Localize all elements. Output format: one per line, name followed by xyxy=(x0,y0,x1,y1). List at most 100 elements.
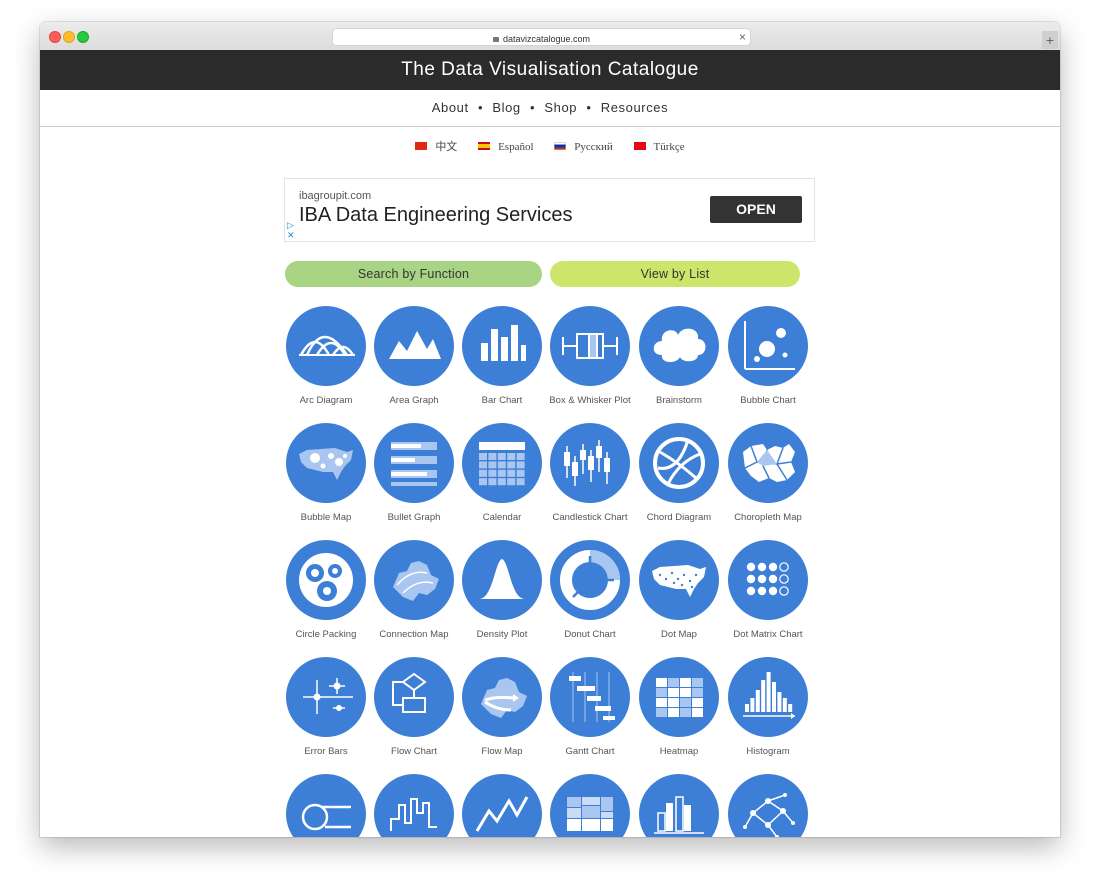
lang-chinese[interactable]: 中文 xyxy=(415,138,457,154)
search-by-function-button[interactable]: Search by Function xyxy=(285,261,542,287)
brainstorm-icon[interactable] xyxy=(639,306,719,386)
network-diagram-icon[interactable] xyxy=(728,774,808,837)
catalogue-item-label[interactable]: Bullet Graph xyxy=(370,512,458,523)
nav-about[interactable]: About xyxy=(432,100,469,115)
nav-blog[interactable]: Blog xyxy=(492,100,520,115)
catalogue-item-dot-map[interactable]: Dot Map xyxy=(635,540,723,640)
catalogue-item-chord-diagram[interactable]: Chord Diagram xyxy=(635,423,723,523)
chord-diagram-icon[interactable] xyxy=(639,423,719,503)
candlestick-chart-icon[interactable] xyxy=(550,423,630,503)
density-plot-icon[interactable] xyxy=(462,540,542,620)
catalogue-item-label[interactable]: Flow Chart xyxy=(370,746,458,757)
histogram-icon[interactable] xyxy=(728,657,808,737)
lang-spanish[interactable]: Español xyxy=(478,141,534,153)
catalogue-item-bubble-chart[interactable]: Bubble Chart xyxy=(724,306,812,406)
arc-diagram-icon[interactable] xyxy=(286,306,366,386)
clear-address-icon[interactable]: × xyxy=(739,29,746,45)
catalogue-item-label[interactable]: Bubble Map xyxy=(282,512,370,523)
flow-map-icon[interactable] xyxy=(462,657,542,737)
new-tab-button[interactable]: + xyxy=(1042,31,1058,49)
catalogue-item-label[interactable]: Bar Chart xyxy=(458,395,546,406)
ad-banner[interactable]: ibagroupit.com IBA Data Engineering Serv… xyxy=(284,178,815,242)
ad-close-icon[interactable]: ✕ xyxy=(287,230,295,241)
catalogue-item-brainstorm[interactable]: Brainstorm xyxy=(635,306,723,406)
catalogue-item-dot-matrix-chart[interactable]: Dot Matrix Chart xyxy=(724,540,812,640)
catalogue-item-label[interactable]: Box & Whisker Plot xyxy=(546,395,634,406)
catalogue-item-label[interactable]: Flow Map xyxy=(458,746,546,757)
catalogue-item-label[interactable]: Error Bars xyxy=(282,746,370,757)
catalogue-item-label[interactable]: Chord Diagram xyxy=(635,512,723,523)
catalogue-item-flow-chart[interactable]: Flow Chart xyxy=(370,657,458,757)
catalogue-item-arc-diagram[interactable]: Arc Diagram xyxy=(282,306,370,406)
catalogue-item-label[interactable]: Bubble Chart xyxy=(724,395,812,406)
dot-map-icon[interactable] xyxy=(639,540,719,620)
circle-packing-icon[interactable] xyxy=(286,540,366,620)
catalogue-item-label[interactable]: Candlestick Chart xyxy=(546,512,634,523)
bubble-map-icon[interactable] xyxy=(286,423,366,503)
bubble-chart-icon[interactable] xyxy=(728,306,808,386)
flow-chart-icon[interactable] xyxy=(374,657,454,737)
catalogue-item-label[interactable]: Gantt Chart xyxy=(546,746,634,757)
catalogue-item-label[interactable]: Circle Packing xyxy=(282,629,370,640)
marimekko-chart-icon[interactable] xyxy=(550,774,630,837)
catalogue-item-error-bars[interactable]: Error Bars xyxy=(282,657,370,757)
catalogue-item-line-graph[interactable] xyxy=(458,774,546,837)
catalogue-item-kagi-chart[interactable] xyxy=(370,774,458,837)
catalogue-item-label[interactable]: Arc Diagram xyxy=(282,395,370,406)
catalogue-item-histogram[interactable]: Histogram xyxy=(724,657,812,757)
gantt-chart-icon[interactable] xyxy=(550,657,630,737)
zoom-window-button[interactable] xyxy=(77,31,89,43)
site-title[interactable]: The Data Visualisation Catalogue xyxy=(401,59,699,80)
choropleth-map-icon[interactable] xyxy=(728,423,808,503)
catalogue-item-label[interactable]: Calendar xyxy=(458,512,546,523)
catalogue-item-label[interactable]: Dot Matrix Chart xyxy=(724,629,812,640)
catalogue-item-choropleth-map[interactable]: Choropleth Map xyxy=(724,423,812,523)
catalogue-item-label[interactable]: Choropleth Map xyxy=(724,512,812,523)
multi-set-bar-chart-icon[interactable] xyxy=(639,774,719,837)
minimize-window-button[interactable] xyxy=(63,31,75,43)
catalogue-item-label[interactable]: Histogram xyxy=(724,746,812,757)
nav-resources[interactable]: Resources xyxy=(601,100,669,115)
kagi-chart-icon[interactable] xyxy=(374,774,454,837)
catalogue-item-illustration-diagram[interactable] xyxy=(282,774,370,837)
ad-headline[interactable]: IBA Data Engineering Services xyxy=(299,204,573,227)
catalogue-item-label[interactable]: Connection Map xyxy=(370,629,458,640)
catalogue-item-bullet-graph[interactable]: Bullet Graph xyxy=(370,423,458,523)
catalogue-item-calendar[interactable]: Calendar xyxy=(458,423,546,523)
bullet-graph-icon[interactable] xyxy=(374,423,454,503)
dot-matrix-chart-icon[interactable] xyxy=(728,540,808,620)
catalogue-item-label[interactable]: Dot Map xyxy=(635,629,723,640)
catalogue-item-label[interactable]: Density Plot xyxy=(458,629,546,640)
catalogue-item-circle-packing[interactable]: Circle Packing xyxy=(282,540,370,640)
catalogue-item-candlestick-chart[interactable]: Candlestick Chart xyxy=(546,423,634,523)
catalogue-item-label[interactable]: Donut Chart xyxy=(546,629,634,640)
catalogue-item-label[interactable]: Heatmap xyxy=(635,746,723,757)
view-by-list-button[interactable]: View by List xyxy=(550,261,800,287)
lang-russian[interactable]: Русский xyxy=(554,141,613,153)
error-bars-icon[interactable] xyxy=(286,657,366,737)
ad-open-button[interactable]: OPEN xyxy=(710,196,802,223)
catalogue-item-marimekko-chart[interactable] xyxy=(546,774,634,837)
connection-map-icon[interactable] xyxy=(374,540,454,620)
catalogue-item-density-plot[interactable]: Density Plot xyxy=(458,540,546,640)
catalogue-item-bar-chart[interactable]: Bar Chart xyxy=(458,306,546,406)
box-whisker-icon[interactable] xyxy=(550,306,630,386)
donut-chart-icon[interactable] xyxy=(550,540,630,620)
catalogue-item-label[interactable]: Area Graph xyxy=(370,395,458,406)
nav-shop[interactable]: Shop xyxy=(544,100,577,115)
catalogue-item-donut-chart[interactable]: Donut Chart xyxy=(546,540,634,640)
bar-chart-icon[interactable] xyxy=(462,306,542,386)
catalogue-item-label[interactable]: Brainstorm xyxy=(635,395,723,406)
catalogue-item-connection-map[interactable]: Connection Map xyxy=(370,540,458,640)
close-window-button[interactable] xyxy=(49,31,61,43)
catalogue-item-gantt-chart[interactable]: Gantt Chart xyxy=(546,657,634,757)
address-bar[interactable]: datavizcatalogue.com × xyxy=(332,28,751,46)
catalogue-item-network-diagram[interactable] xyxy=(724,774,812,837)
catalogue-item-multi-set-bar-chart[interactable] xyxy=(635,774,723,837)
catalogue-item-heatmap[interactable]: Heatmap xyxy=(635,657,723,757)
catalogue-item-flow-map[interactable]: Flow Map xyxy=(458,657,546,757)
catalogue-item-bubble-map[interactable]: Bubble Map xyxy=(282,423,370,523)
line-graph-icon[interactable] xyxy=(462,774,542,837)
area-graph-icon[interactable] xyxy=(374,306,454,386)
heatmap-icon[interactable] xyxy=(639,657,719,737)
